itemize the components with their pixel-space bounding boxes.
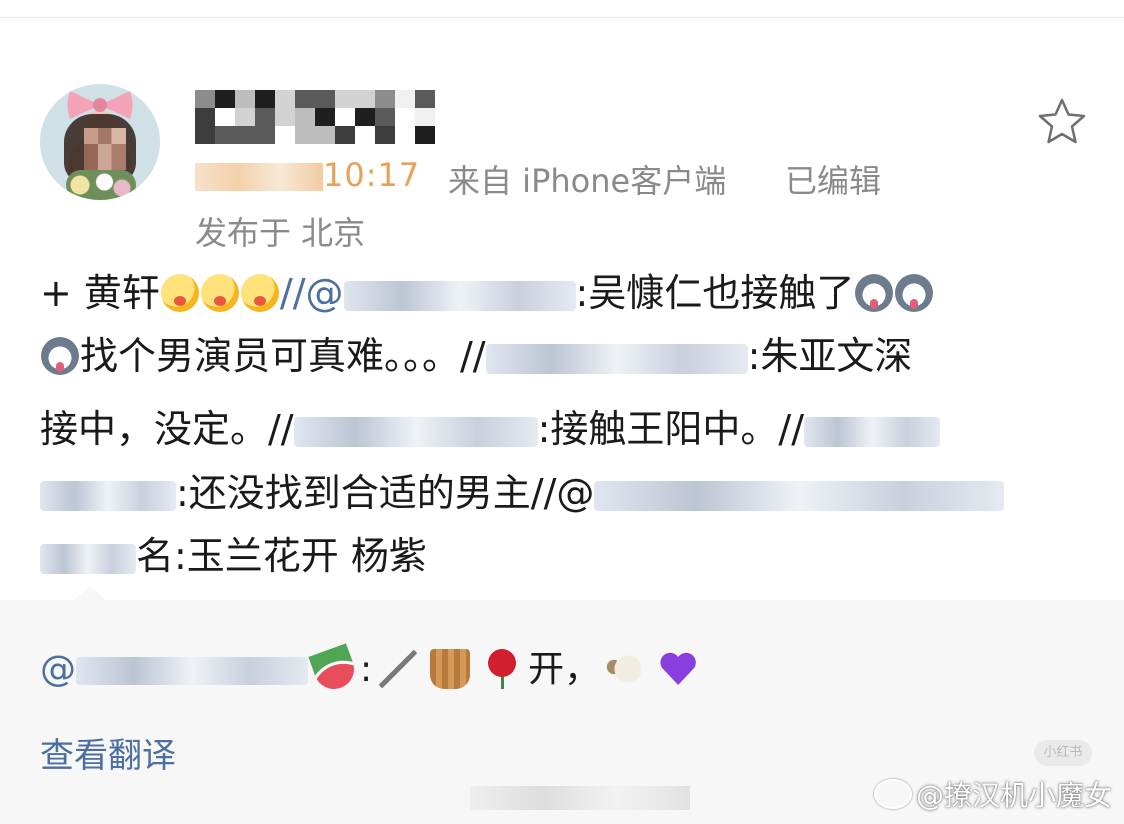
- mosaic-cell: [335, 108, 355, 126]
- mosaic-cell: [315, 126, 335, 144]
- mosaic-cell: [375, 108, 395, 126]
- mosaic-cell: [235, 126, 255, 144]
- mention-mosaic[interactable]: [293, 416, 538, 447]
- feather-icon: [378, 649, 419, 689]
- mention-mosaic[interactable]: [594, 480, 1005, 511]
- xiaohongshu-tag: 小红书: [1034, 740, 1092, 766]
- weibo-watermark: @撩汉机小魔女: [873, 774, 1112, 814]
- mosaic-cell: [335, 126, 355, 144]
- star-icon[interactable]: [1036, 96, 1088, 148]
- comment-text: 开，: [528, 649, 601, 690]
- yum-face-icon: [160, 274, 199, 312]
- mosaic-cell: [355, 108, 375, 126]
- mosaic-cell: [375, 126, 395, 144]
- mosaic-cell: [215, 126, 235, 144]
- post-source: 来自 iPhone客户端: [448, 162, 727, 200]
- username-mosaic[interactable]: [195, 90, 435, 146]
- mosaic-cell: [235, 90, 255, 108]
- watermark-text: @撩汉机小魔女: [915, 779, 1112, 812]
- comment-line: @: 开，: [40, 640, 704, 695]
- sheep-icon: [606, 649, 647, 689]
- mosaic-cell: [215, 108, 235, 126]
- mosaic-cell: [355, 90, 375, 108]
- comment-mention-prefix[interactable]: @: [40, 649, 76, 690]
- post-text: :接触王阳中。//: [537, 407, 805, 451]
- mosaic-cell: [275, 126, 295, 144]
- post-text: :吴慷仁也接触了: [575, 271, 855, 315]
- husky-face-icon: [855, 274, 894, 312]
- post-line-2: 找个男演员可真难。。。// :朱亚文深: [40, 336, 912, 376]
- watermelon-icon: [308, 643, 360, 695]
- post-line-3: 接中，没定。// :接触王阳中。//: [40, 407, 941, 451]
- rose-icon: [482, 649, 523, 689]
- mention-link[interactable]: //@: [280, 271, 344, 315]
- mention-mosaic[interactable]: [804, 416, 941, 447]
- mosaic-cell: [215, 90, 235, 108]
- post-line-1: + 黄轩 //@ :吴慷仁也接触了: [40, 273, 934, 313]
- mention-mosaic[interactable]: [485, 343, 748, 374]
- mosaic-cell: [295, 108, 315, 126]
- post-line-4: :还没找到合适的男主//@: [40, 471, 1005, 515]
- mosaic-cell: [255, 90, 275, 108]
- post-text: :还没找到合适的男主//@: [176, 471, 595, 515]
- post-time: 10:17: [195, 156, 420, 194]
- post-text: 名:玉兰花开 杨紫: [136, 534, 427, 578]
- weibo-post-card: 10:17 来自 iPhone客户端 已编辑 发布于 北京 + 黄轩 //@ :吴慷…: [0, 18, 1124, 600]
- bottom-mosaic: [470, 786, 690, 810]
- mosaic-cell: [415, 108, 435, 126]
- mosaic-cell: [375, 90, 395, 108]
- post-line-5: 名:玉兰花开 杨紫: [40, 536, 427, 576]
- mosaic-cell: [235, 108, 255, 126]
- yum-face-icon: [240, 274, 279, 312]
- mosaic-cell: [255, 108, 275, 126]
- avatar-bow-icon: [67, 91, 133, 119]
- post-time-text: 10:17: [323, 156, 421, 194]
- basket-icon: [430, 649, 471, 689]
- translate-button[interactable]: 查看翻译: [40, 728, 176, 777]
- mosaic-cell: [335, 90, 355, 108]
- mention-mosaic[interactable]: [343, 280, 576, 311]
- yum-face-icon: [200, 274, 239, 312]
- mosaic-cell: [315, 90, 335, 108]
- purple-heart-icon: [658, 649, 698, 689]
- comment-colon: :: [360, 649, 373, 690]
- husky-face-icon: [895, 274, 934, 312]
- mosaic-cell: [195, 108, 215, 126]
- mosaic-cell: [275, 108, 295, 126]
- post-text: :朱亚文深: [747, 334, 913, 378]
- post-text-prefix: + 黄轩: [40, 271, 160, 315]
- mosaic-cell: [415, 90, 435, 108]
- post-text: 找个男演员可真难。。。//: [80, 334, 486, 378]
- mosaic-cell: [195, 126, 215, 144]
- comment-mention-mosaic[interactable]: [76, 657, 308, 685]
- mosaic-cell: [315, 108, 335, 126]
- avatar-mosaic-face-lower: [84, 144, 126, 170]
- comment-notch: [74, 586, 106, 600]
- mosaic-cell: [415, 126, 435, 144]
- husky-face-icon: [41, 337, 79, 375]
- mosaic-cell: [295, 126, 315, 144]
- mosaic-cell: [275, 90, 295, 108]
- post-date-mosaic: [195, 163, 323, 191]
- avatar[interactable]: [40, 84, 160, 200]
- mosaic-cell: [395, 108, 415, 126]
- mosaic-cell: [255, 126, 275, 144]
- post-location: 发布于 北京: [195, 214, 366, 252]
- post-text: 接中，没定。//: [40, 407, 294, 451]
- mention-mosaic[interactable]: [40, 480, 176, 511]
- mention-mosaic[interactable]: [40, 543, 136, 574]
- mosaic-cell: [395, 90, 415, 108]
- mosaic-cell: [195, 90, 215, 108]
- mosaic-cell: [395, 126, 415, 144]
- mosaic-cell: [355, 126, 375, 144]
- avatar-flowers: [66, 170, 136, 200]
- post-edited-label[interactable]: 已编辑: [785, 156, 881, 202]
- weibo-logo-icon: [873, 779, 912, 809]
- mosaic-cell: [295, 90, 315, 108]
